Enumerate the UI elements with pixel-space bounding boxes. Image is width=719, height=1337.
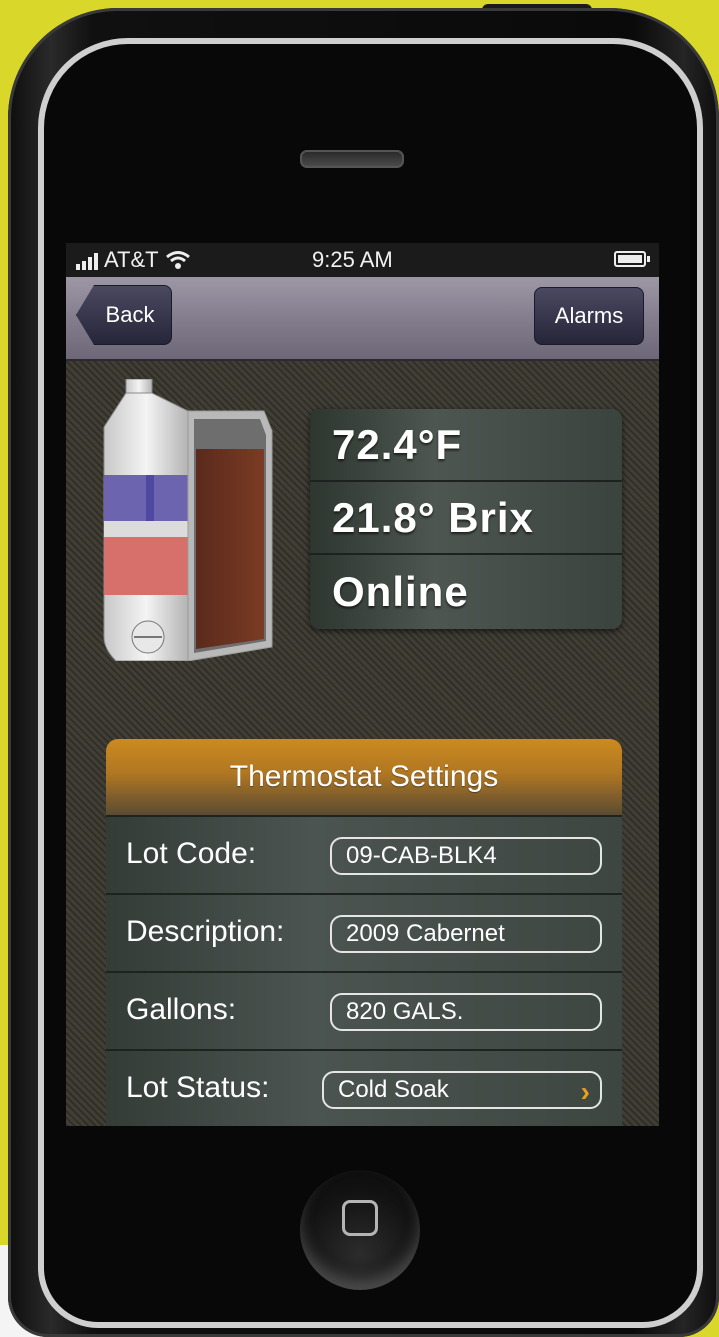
battery-icon xyxy=(614,251,650,267)
gallons-field[interactable]: 820 GALS. xyxy=(330,993,602,1031)
temperature-readout: 72.4°F xyxy=(310,409,622,482)
status-bar: AT&T 9:25 AM xyxy=(66,243,659,277)
navigation-bar: Back Alarms xyxy=(66,277,659,361)
readout-panel: 72.4°F 21.8° Brix Online xyxy=(310,409,622,629)
carrier-label: AT&T xyxy=(104,247,159,272)
back-button[interactable]: Back xyxy=(76,285,172,345)
description-row: Description: 2009 Cabernet xyxy=(106,893,622,971)
home-button-icon xyxy=(342,1200,378,1236)
status-readout: Online xyxy=(332,567,469,615)
lot-code-label: Lot Code: xyxy=(126,837,257,870)
signal-bars-icon xyxy=(76,250,98,270)
lot-status-row: Lot Status: Cold Soak › xyxy=(106,1049,622,1126)
wifi-icon xyxy=(165,251,190,269)
brix-readout: 21.8° Brix xyxy=(310,482,622,555)
app-screen: AT&T 9:25 AM Back Alarms 72.4°F 21.8° Br… xyxy=(66,243,659,1126)
lot-code-row: Lot Code: 09-CAB-BLK4 xyxy=(106,815,622,893)
thermostat-settings-header: Thermostat Settings xyxy=(106,739,622,815)
earpiece-speaker xyxy=(300,150,404,168)
lot-status-label: Lot Status: xyxy=(126,1071,270,1104)
lot-status-selector[interactable]: Cold Soak › xyxy=(322,1071,602,1109)
lot-code-value: 09-CAB-BLK4 xyxy=(346,842,497,869)
description-value: 2009 Cabernet xyxy=(346,920,505,947)
lot-code-field[interactable]: 09-CAB-BLK4 xyxy=(330,837,602,875)
gallons-label: Gallons: xyxy=(126,993,237,1026)
home-button[interactable] xyxy=(300,1170,420,1290)
description-field[interactable]: 2009 Cabernet xyxy=(330,915,602,953)
description-label: Description: xyxy=(126,915,285,948)
gallons-value: 820 GALS. xyxy=(346,998,464,1025)
status-time: 9:25 AM xyxy=(312,247,393,272)
gallons-row: Gallons: 820 GALS. xyxy=(106,971,622,1049)
alarms-button[interactable]: Alarms xyxy=(534,287,644,345)
main-content: 72.4°F 21.8° Brix Online Thermostat Sett… xyxy=(66,361,659,1126)
thermostat-settings-panel: Thermostat Settings Lot Code: 09-CAB-BLK… xyxy=(106,739,622,1126)
chevron-right-icon: › xyxy=(580,1076,590,1107)
status-left: AT&T xyxy=(76,247,191,273)
tank-icon xyxy=(103,379,273,661)
lot-status-value: Cold Soak xyxy=(338,1076,449,1103)
